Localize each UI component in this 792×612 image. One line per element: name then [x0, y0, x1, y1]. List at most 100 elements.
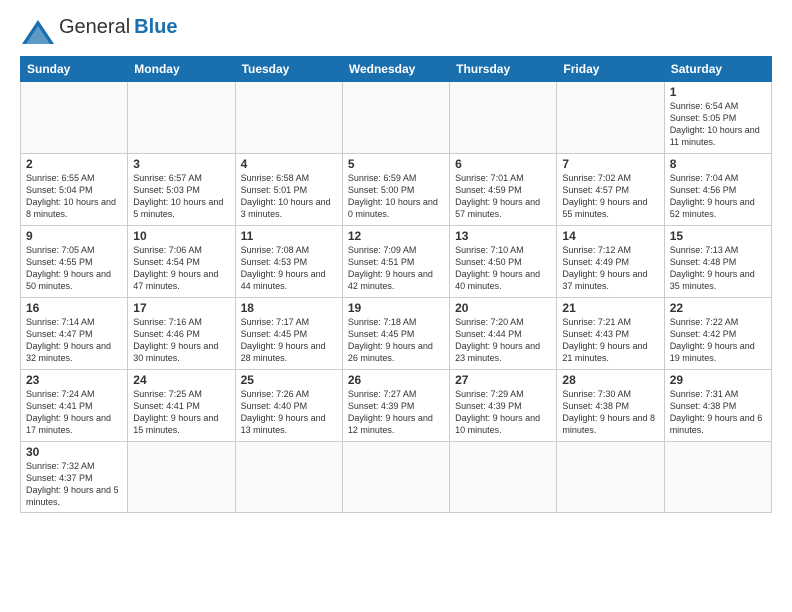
calendar-day-cell: 7Sunrise: 7:02 AM Sunset: 4:57 PM Daylig… — [557, 154, 664, 226]
calendar-day-cell: 15Sunrise: 7:13 AM Sunset: 4:48 PM Dayli… — [664, 226, 771, 298]
calendar-day-cell: 21Sunrise: 7:21 AM Sunset: 4:43 PM Dayli… — [557, 298, 664, 370]
day-info: Sunrise: 6:58 AM Sunset: 5:01 PM Dayligh… — [241, 172, 337, 221]
day-number: 27 — [455, 373, 551, 387]
calendar-day-cell: 9Sunrise: 7:05 AM Sunset: 4:55 PM Daylig… — [21, 226, 128, 298]
calendar-week-row: 23Sunrise: 7:24 AM Sunset: 4:41 PM Dayli… — [21, 370, 772, 442]
day-number: 4 — [241, 157, 337, 171]
calendar-day-cell: 23Sunrise: 7:24 AM Sunset: 4:41 PM Dayli… — [21, 370, 128, 442]
day-number: 29 — [670, 373, 766, 387]
weekday-header-row: SundayMondayTuesdayWednesdayThursdayFrid… — [21, 57, 772, 82]
day-info: Sunrise: 7:18 AM Sunset: 4:45 PM Dayligh… — [348, 316, 444, 365]
day-info: Sunrise: 7:24 AM Sunset: 4:41 PM Dayligh… — [26, 388, 122, 437]
calendar-day-cell — [450, 442, 557, 513]
day-info: Sunrise: 7:17 AM Sunset: 4:45 PM Dayligh… — [241, 316, 337, 365]
day-info: Sunrise: 7:29 AM Sunset: 4:39 PM Dayligh… — [455, 388, 551, 437]
day-info: Sunrise: 6:55 AM Sunset: 5:04 PM Dayligh… — [26, 172, 122, 221]
calendar-day-cell: 28Sunrise: 7:30 AM Sunset: 4:38 PM Dayli… — [557, 370, 664, 442]
day-number: 9 — [26, 229, 122, 243]
calendar-day-cell: 29Sunrise: 7:31 AM Sunset: 4:38 PM Dayli… — [664, 370, 771, 442]
day-info: Sunrise: 7:16 AM Sunset: 4:46 PM Dayligh… — [133, 316, 229, 365]
day-info: Sunrise: 7:02 AM Sunset: 4:57 PM Dayligh… — [562, 172, 658, 221]
calendar-day-cell: 30Sunrise: 7:32 AM Sunset: 4:37 PM Dayli… — [21, 442, 128, 513]
calendar-day-cell: 27Sunrise: 7:29 AM Sunset: 4:39 PM Dayli… — [450, 370, 557, 442]
header: General Blue — [20, 16, 772, 46]
day-info: Sunrise: 7:21 AM Sunset: 4:43 PM Dayligh… — [562, 316, 658, 365]
day-info: Sunrise: 7:04 AM Sunset: 4:56 PM Dayligh… — [670, 172, 766, 221]
day-number: 28 — [562, 373, 658, 387]
calendar-week-row: 9Sunrise: 7:05 AM Sunset: 4:55 PM Daylig… — [21, 226, 772, 298]
calendar-day-cell: 11Sunrise: 7:08 AM Sunset: 4:53 PM Dayli… — [235, 226, 342, 298]
day-info: Sunrise: 7:32 AM Sunset: 4:37 PM Dayligh… — [26, 460, 122, 509]
calendar-day-cell: 2Sunrise: 6:55 AM Sunset: 5:04 PM Daylig… — [21, 154, 128, 226]
calendar-day-cell — [21, 82, 128, 154]
weekday-header-tuesday: Tuesday — [235, 57, 342, 82]
day-number: 12 — [348, 229, 444, 243]
day-info: Sunrise: 7:01 AM Sunset: 4:59 PM Dayligh… — [455, 172, 551, 221]
calendar-day-cell: 3Sunrise: 6:57 AM Sunset: 5:03 PM Daylig… — [128, 154, 235, 226]
calendar-day-cell: 8Sunrise: 7:04 AM Sunset: 4:56 PM Daylig… — [664, 154, 771, 226]
day-info: Sunrise: 7:09 AM Sunset: 4:51 PM Dayligh… — [348, 244, 444, 293]
day-number: 21 — [562, 301, 658, 315]
calendar-table: SundayMondayTuesdayWednesdayThursdayFrid… — [20, 56, 772, 513]
day-number: 7 — [562, 157, 658, 171]
calendar-day-cell: 4Sunrise: 6:58 AM Sunset: 5:01 PM Daylig… — [235, 154, 342, 226]
day-info: Sunrise: 7:30 AM Sunset: 4:38 PM Dayligh… — [562, 388, 658, 437]
logo-blue: Blue — [134, 16, 177, 39]
calendar-day-cell — [235, 442, 342, 513]
calendar-day-cell — [342, 442, 449, 513]
day-number: 25 — [241, 373, 337, 387]
day-info: Sunrise: 7:25 AM Sunset: 4:41 PM Dayligh… — [133, 388, 229, 437]
logo-area: General Blue — [20, 16, 178, 46]
day-number: 16 — [26, 301, 122, 315]
calendar-day-cell: 25Sunrise: 7:26 AM Sunset: 4:40 PM Dayli… — [235, 370, 342, 442]
calendar-day-cell: 14Sunrise: 7:12 AM Sunset: 4:49 PM Dayli… — [557, 226, 664, 298]
day-number: 22 — [670, 301, 766, 315]
weekday-header-monday: Monday — [128, 57, 235, 82]
day-info: Sunrise: 7:26 AM Sunset: 4:40 PM Dayligh… — [241, 388, 337, 437]
weekday-header-thursday: Thursday — [450, 57, 557, 82]
day-number: 10 — [133, 229, 229, 243]
calendar-day-cell: 17Sunrise: 7:16 AM Sunset: 4:46 PM Dayli… — [128, 298, 235, 370]
day-number: 18 — [241, 301, 337, 315]
day-number: 19 — [348, 301, 444, 315]
day-number: 6 — [455, 157, 551, 171]
calendar-day-cell: 12Sunrise: 7:09 AM Sunset: 4:51 PM Dayli… — [342, 226, 449, 298]
day-number: 15 — [670, 229, 766, 243]
day-number: 13 — [455, 229, 551, 243]
weekday-header-sunday: Sunday — [21, 57, 128, 82]
day-info: Sunrise: 7:10 AM Sunset: 4:50 PM Dayligh… — [455, 244, 551, 293]
calendar-day-cell: 19Sunrise: 7:18 AM Sunset: 4:45 PM Dayli… — [342, 298, 449, 370]
logo-general: General — [59, 16, 130, 39]
day-info: Sunrise: 6:59 AM Sunset: 5:00 PM Dayligh… — [348, 172, 444, 221]
day-number: 2 — [26, 157, 122, 171]
calendar-day-cell: 26Sunrise: 7:27 AM Sunset: 4:39 PM Dayli… — [342, 370, 449, 442]
day-info: Sunrise: 7:14 AM Sunset: 4:47 PM Dayligh… — [26, 316, 122, 365]
calendar-day-cell: 6Sunrise: 7:01 AM Sunset: 4:59 PM Daylig… — [450, 154, 557, 226]
calendar-day-cell — [128, 82, 235, 154]
calendar-week-row: 16Sunrise: 7:14 AM Sunset: 4:47 PM Dayli… — [21, 298, 772, 370]
day-number: 1 — [670, 85, 766, 99]
calendar-day-cell — [342, 82, 449, 154]
day-info: Sunrise: 7:06 AM Sunset: 4:54 PM Dayligh… — [133, 244, 229, 293]
day-number: 20 — [455, 301, 551, 315]
day-number: 24 — [133, 373, 229, 387]
day-number: 26 — [348, 373, 444, 387]
calendar-day-cell: 18Sunrise: 7:17 AM Sunset: 4:45 PM Dayli… — [235, 298, 342, 370]
day-number: 23 — [26, 373, 122, 387]
logo-icon — [20, 18, 56, 46]
calendar-day-cell — [128, 442, 235, 513]
calendar-week-row: 1Sunrise: 6:54 AM Sunset: 5:05 PM Daylig… — [21, 82, 772, 154]
calendar-day-cell — [450, 82, 557, 154]
day-number: 5 — [348, 157, 444, 171]
calendar-day-cell — [235, 82, 342, 154]
day-info: Sunrise: 6:57 AM Sunset: 5:03 PM Dayligh… — [133, 172, 229, 221]
calendar-week-row: 30Sunrise: 7:32 AM Sunset: 4:37 PM Dayli… — [21, 442, 772, 513]
calendar-day-cell: 16Sunrise: 7:14 AM Sunset: 4:47 PM Dayli… — [21, 298, 128, 370]
logo-text-area: General Blue — [59, 16, 178, 39]
day-info: Sunrise: 7:20 AM Sunset: 4:44 PM Dayligh… — [455, 316, 551, 365]
calendar-day-cell: 20Sunrise: 7:20 AM Sunset: 4:44 PM Dayli… — [450, 298, 557, 370]
day-info: Sunrise: 7:31 AM Sunset: 4:38 PM Dayligh… — [670, 388, 766, 437]
day-info: Sunrise: 7:08 AM Sunset: 4:53 PM Dayligh… — [241, 244, 337, 293]
day-number: 3 — [133, 157, 229, 171]
calendar-day-cell: 5Sunrise: 6:59 AM Sunset: 5:00 PM Daylig… — [342, 154, 449, 226]
